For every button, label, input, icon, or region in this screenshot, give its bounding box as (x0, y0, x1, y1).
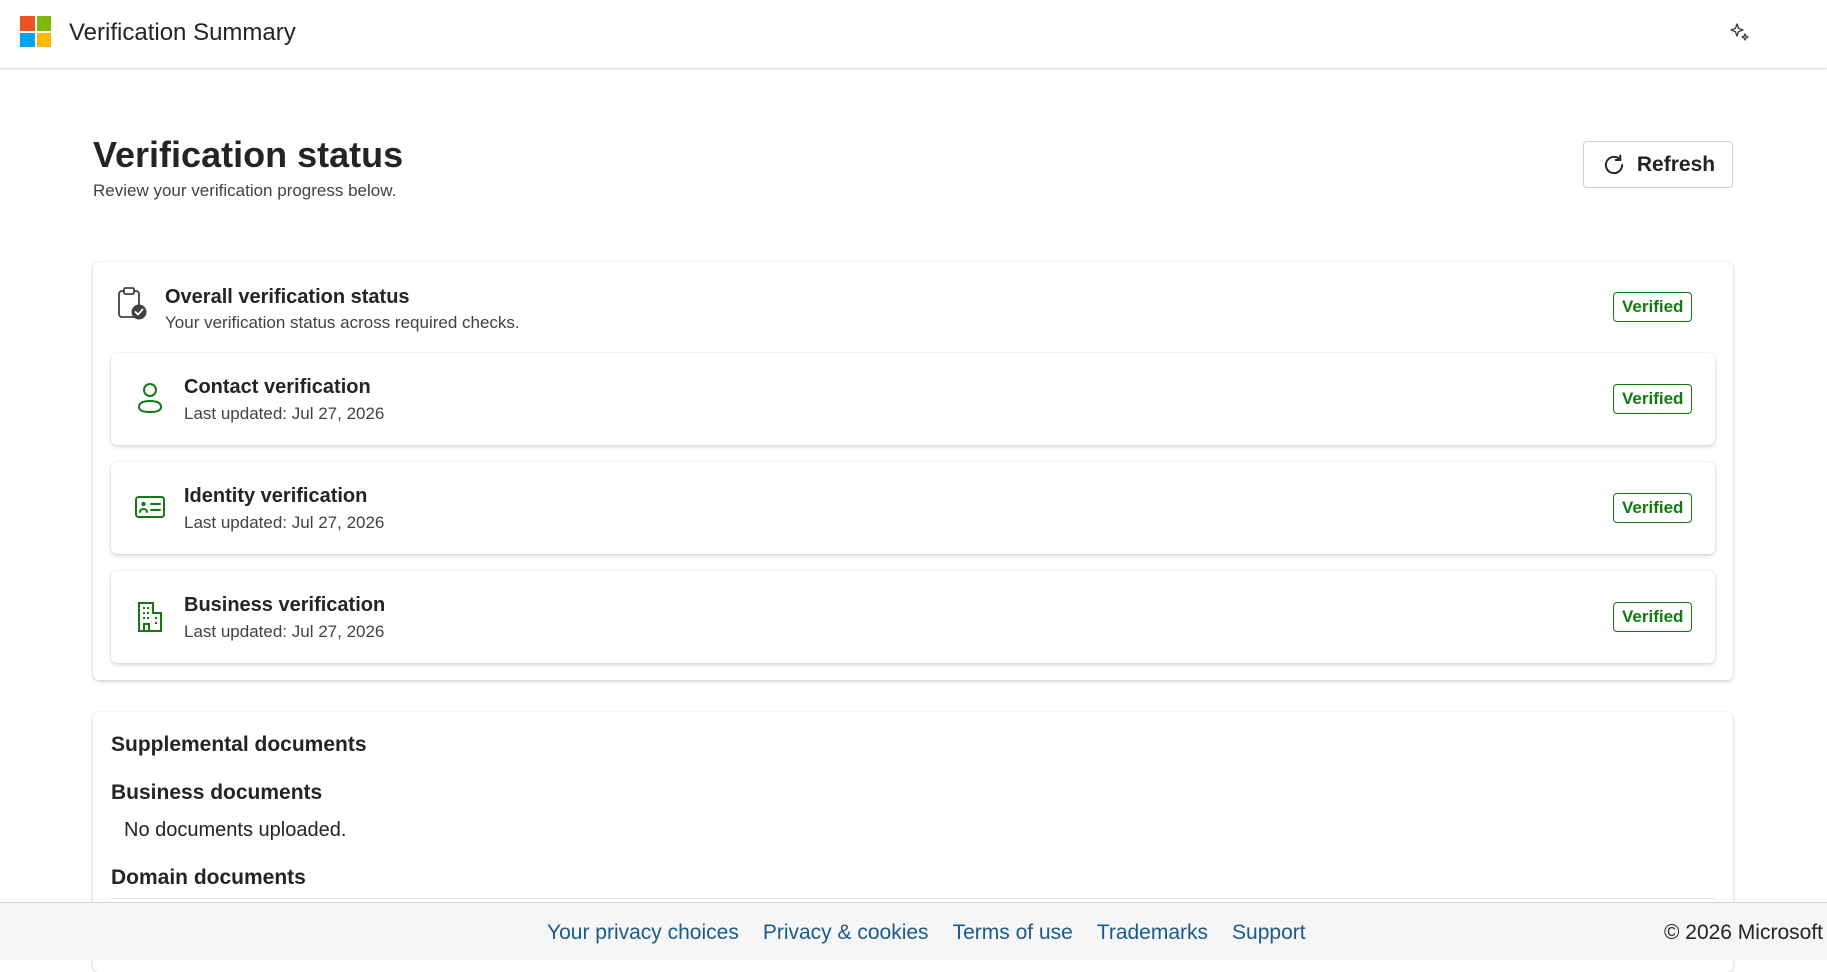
refresh-icon (1601, 152, 1627, 178)
identity-verification-card: Identity verification Last updated: Jul … (111, 462, 1715, 554)
overall-status-title: Overall verification status (165, 286, 410, 308)
refresh-button[interactable]: Refresh (1583, 141, 1733, 188)
page-title: Verification status (93, 134, 404, 175)
contact-verification-title: Contact verification (184, 376, 371, 398)
footer-link-support[interactable]: Support (1232, 920, 1306, 946)
business-verification-card: Business verification Last updated: Jul … (111, 571, 1715, 663)
app-title: Verification Summary (69, 19, 296, 46)
footer: Your privacy choices Privacy & cookies T… (0, 902, 1827, 960)
sparkle-icon[interactable] (1725, 18, 1755, 48)
status-badge: Verified (1613, 602, 1693, 632)
verification-status-card: Overall verification status Your verific… (93, 262, 1733, 680)
divider (111, 898, 1715, 899)
status-badge: Verified (1613, 493, 1693, 523)
domain-documents-heading: Domain documents (111, 866, 306, 889)
identity-verification-title: Identity verification (184, 485, 368, 507)
footer-links: Your privacy choices Privacy & cookies T… (547, 920, 1330, 946)
business-verification-title: Business verification (184, 594, 386, 616)
id-card-icon (133, 488, 167, 526)
footer-link-privacy-choices[interactable]: Your privacy choices (547, 920, 739, 946)
overall-status-subtitle: Your verification status across required… (165, 313, 520, 332)
person-icon (133, 379, 167, 417)
refresh-label: Refresh (1636, 152, 1716, 176)
footer-link-terms[interactable]: Terms of use (953, 920, 1073, 946)
business-documents-empty: No documents uploaded. (124, 819, 347, 841)
microsoft-logo-icon (20, 16, 51, 47)
identity-verification-updated: Last updated: Jul 27, 2026 (184, 513, 385, 532)
status-badge: Verified (1613, 292, 1693, 322)
business-documents-heading: Business documents (111, 781, 323, 804)
page-subtitle: Review your verification progress below. (93, 181, 397, 200)
business-verification-updated: Last updated: Jul 27, 2026 (184, 622, 385, 641)
supplemental-documents-heading: Supplemental documents (111, 733, 367, 756)
footer-link-privacy-cookies[interactable]: Privacy & cookies (763, 920, 929, 946)
contact-verification-updated: Last updated: Jul 27, 2026 (184, 404, 385, 423)
footer-link-trademarks[interactable]: Trademarks (1097, 920, 1208, 946)
copyright: © 2026 Microsoft (1663, 921, 1823, 944)
status-badge: Verified (1613, 384, 1693, 414)
contact-verification-card: Contact verification Last updated: Jul 2… (111, 353, 1715, 445)
overall-status-row: Overall verification status Your verific… (93, 262, 1733, 352)
clipboard-check-icon (115, 286, 149, 322)
top-bar: Verification Summary (0, 0, 1827, 68)
building-icon (133, 597, 167, 635)
